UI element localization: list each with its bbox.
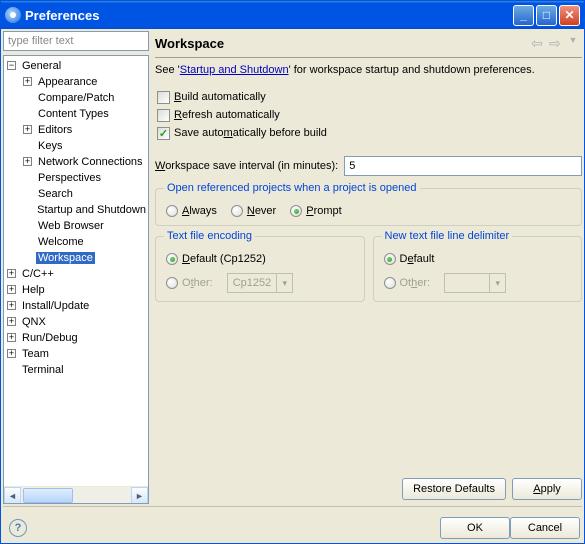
- refresh-auto-checkbox[interactable]: [157, 109, 170, 122]
- tree-item-help[interactable]: Help: [20, 284, 47, 296]
- tree-item-appearance[interactable]: Appearance: [36, 76, 99, 88]
- horizontal-scrollbar[interactable]: ◄ ►: [4, 486, 148, 503]
- forward-icon[interactable]: ⇨: [546, 35, 564, 51]
- tree-item-content-types[interactable]: Content Types: [36, 108, 111, 120]
- tree-item-qnx[interactable]: QNX: [20, 316, 48, 328]
- cancel-button[interactable]: Cancel: [510, 517, 580, 539]
- chevron-down-icon[interactable]: ▾: [489, 274, 505, 292]
- window-title: Preferences: [25, 8, 513, 23]
- delimiter-other-label: Other:: [400, 277, 431, 289]
- tree-item-network[interactable]: Network Connections: [36, 156, 145, 168]
- scroll-right-icon[interactable]: ►: [131, 487, 148, 504]
- tree-item-startup[interactable]: Startup and Shutdown: [35, 204, 148, 216]
- tree-item-general[interactable]: General: [20, 60, 63, 72]
- encoding-default-label: Default (Cp1252): [182, 253, 266, 265]
- prompt-radio[interactable]: [290, 205, 302, 217]
- save-auto-checkbox[interactable]: ✓: [157, 127, 170, 140]
- open-referenced-legend: Open referenced projects when a project …: [164, 182, 420, 194]
- interval-input[interactable]: [344, 156, 582, 176]
- ok-button[interactable]: OK: [440, 517, 510, 539]
- encoding-legend: Text file encoding: [164, 230, 255, 242]
- build-auto-checkbox[interactable]: [157, 91, 170, 104]
- maximize-button[interactable]: □: [536, 5, 557, 26]
- preferences-window: Preferences _ □ ✕ −General +Appearance C…: [0, 0, 585, 544]
- app-icon: [5, 7, 21, 23]
- help-icon[interactable]: ?: [9, 519, 27, 537]
- always-radio[interactable]: [166, 205, 178, 217]
- never-label: Never: [247, 205, 276, 217]
- tree-item-install[interactable]: Install/Update: [20, 300, 91, 312]
- content-area: −General +Appearance Compare/Patch Conte…: [1, 29, 584, 543]
- delimiter-combo[interactable]: ▾: [444, 273, 506, 293]
- encoding-other-radio[interactable]: [166, 277, 178, 289]
- always-label: Always: [182, 205, 217, 217]
- never-radio[interactable]: [231, 205, 243, 217]
- menu-icon[interactable]: ▼: [564, 35, 582, 51]
- save-auto-label: Save automatically before build: [174, 127, 327, 139]
- tree-item-workspace[interactable]: Workspace: [36, 252, 95, 264]
- prompt-label: Prompt: [306, 205, 341, 217]
- minimize-button[interactable]: _: [513, 5, 534, 26]
- encoding-default-radio[interactable]: [166, 253, 178, 265]
- apply-button[interactable]: Apply: [512, 478, 582, 500]
- encoding-other-label: Other:: [182, 277, 213, 289]
- encoding-combo[interactable]: Cp1252▾: [227, 273, 294, 293]
- delimiter-legend: New text file line delimiter: [382, 230, 513, 242]
- scroll-left-icon[interactable]: ◄: [4, 487, 21, 504]
- titlebar[interactable]: Preferences _ □ ✕: [1, 1, 584, 29]
- interval-label: Workspace save interval (in minutes):: [155, 160, 338, 172]
- scroll-thumb[interactable]: [23, 488, 73, 503]
- build-auto-label: Build automatically: [174, 91, 266, 103]
- left-panel: −General +Appearance Compare/Patch Conte…: [3, 31, 149, 504]
- right-panel: Workspace ⇦ ⇨ ▼ See 'Startup and Shutdow…: [155, 31, 582, 504]
- delimiter-default-radio[interactable]: [384, 253, 396, 265]
- tree-item-web-browser[interactable]: Web Browser: [36, 220, 106, 232]
- delimiter-other-radio[interactable]: [384, 277, 396, 289]
- back-icon[interactable]: ⇦: [528, 35, 546, 51]
- filter-input[interactable]: [3, 31, 149, 51]
- tree-item-team[interactable]: Team: [20, 348, 51, 360]
- tree-item-compare[interactable]: Compare/Patch: [36, 92, 116, 104]
- delimiter-default-label: Default: [400, 253, 435, 265]
- restore-defaults-button[interactable]: Restore Defaults: [402, 478, 506, 500]
- tree-item-welcome[interactable]: Welcome: [36, 236, 86, 248]
- tree-item-keys[interactable]: Keys: [36, 140, 64, 152]
- open-referenced-group: Open referenced projects when a project …: [155, 188, 582, 226]
- close-button[interactable]: ✕: [559, 5, 580, 26]
- tree-item-terminal[interactable]: Terminal: [20, 364, 66, 376]
- tree-item-perspectives[interactable]: Perspectives: [36, 172, 103, 184]
- refresh-auto-label: Refresh automatically: [174, 109, 280, 121]
- tree-item-rundebug[interactable]: Run/Debug: [20, 332, 80, 344]
- tree-view[interactable]: −General +Appearance Compare/Patch Conte…: [3, 55, 149, 504]
- encoding-group: Text file encoding Default (Cp1252) Othe…: [155, 236, 365, 302]
- delimiter-group: New text file line delimiter Default Oth…: [373, 236, 583, 302]
- tree-item-editors[interactable]: Editors: [36, 124, 74, 136]
- description-text: See 'Startup and Shutdown' for workspace…: [155, 64, 582, 76]
- tree-item-search[interactable]: Search: [36, 188, 75, 200]
- tree-item-cpp[interactable]: C/C++: [20, 268, 56, 280]
- startup-link[interactable]: Startup and Shutdown: [180, 64, 289, 76]
- page-title: Workspace: [155, 36, 528, 51]
- chevron-down-icon[interactable]: ▾: [276, 274, 292, 292]
